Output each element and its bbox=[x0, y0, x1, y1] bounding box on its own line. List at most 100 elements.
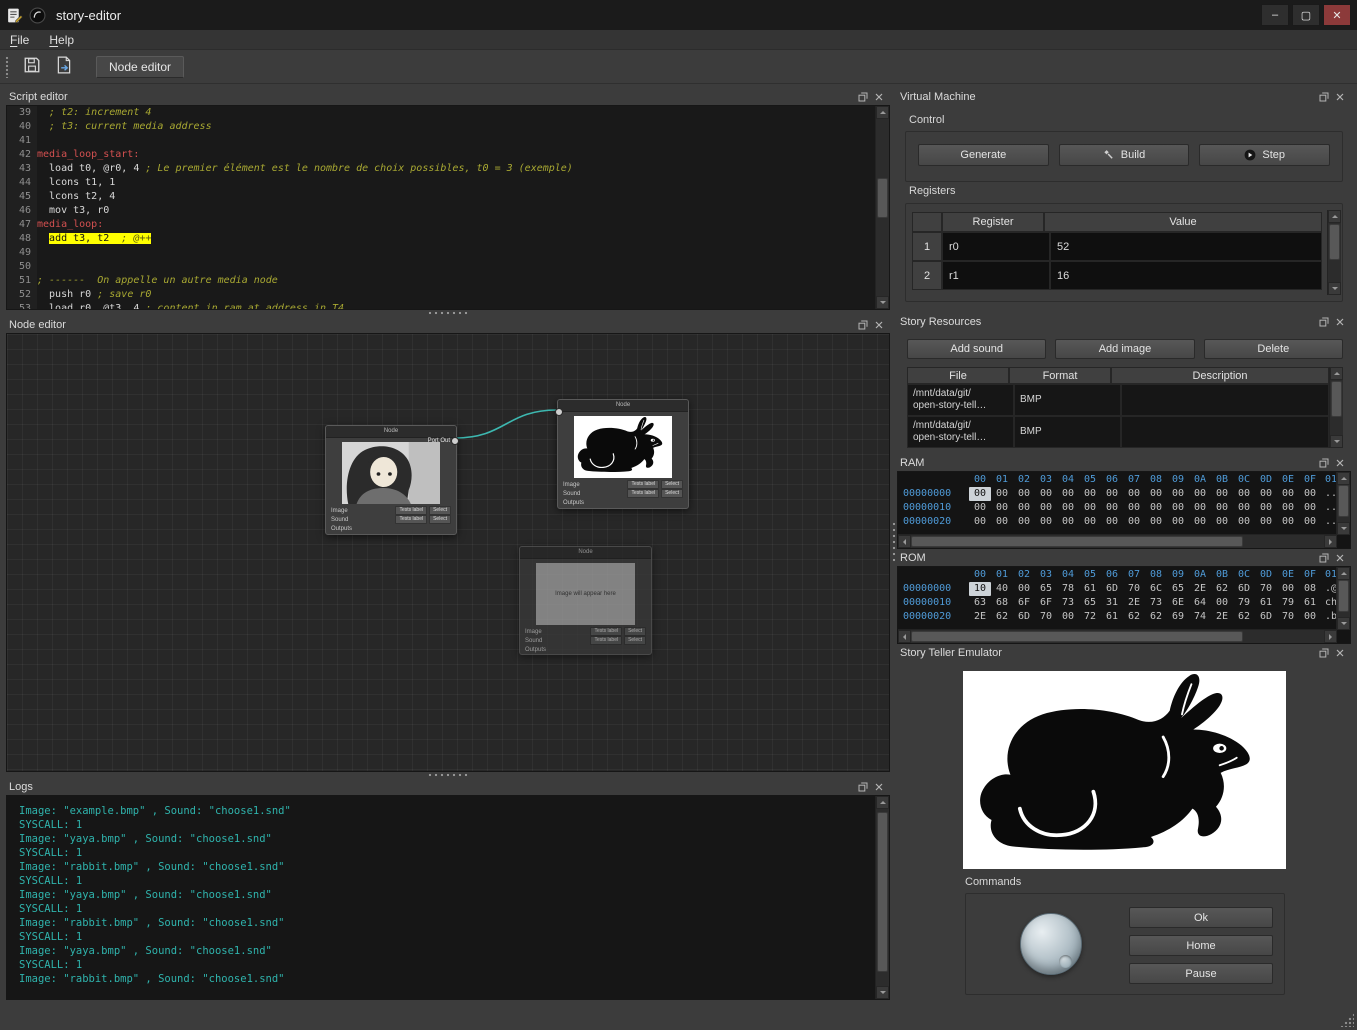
scroll-down-icon[interactable] bbox=[1328, 282, 1341, 295]
hex-byte[interactable]: 00 bbox=[1211, 515, 1233, 529]
hex-byte[interactable]: 64 bbox=[1189, 596, 1211, 610]
hex-byte[interactable]: 00 bbox=[1035, 501, 1057, 515]
close-button[interactable]: ✕ bbox=[1323, 4, 1351, 26]
file-cell[interactable]: /mnt/data/git/ open-story-tell… bbox=[907, 384, 1014, 416]
scroll-up-icon[interactable] bbox=[876, 796, 889, 809]
output-port-icon[interactable] bbox=[451, 437, 459, 445]
ram-content[interactable]: 000102030405060708090A0B0C0D0E0F01234567… bbox=[897, 471, 1351, 549]
hex-byte[interactable]: 00 bbox=[969, 487, 991, 501]
tests-label-button[interactable]: Tests label bbox=[590, 627, 622, 636]
hex-byte[interactable]: 10 bbox=[969, 582, 991, 596]
hex-byte[interactable]: 00 bbox=[1079, 487, 1101, 501]
hex-byte[interactable]: 00 bbox=[991, 501, 1013, 515]
hex-byte[interactable]: 00 bbox=[1277, 501, 1299, 515]
story-resources-titlebar[interactable]: Story Resources bbox=[897, 313, 1351, 330]
tests-label-button[interactable]: Tests label bbox=[590, 636, 622, 645]
hex-byte[interactable]: 73 bbox=[1057, 596, 1079, 610]
hex-byte[interactable]: 2E bbox=[1211, 610, 1233, 624]
select-button[interactable]: Select bbox=[429, 506, 451, 515]
hex-byte[interactable]: 00 bbox=[1211, 501, 1233, 515]
window-resize-grip[interactable] bbox=[1340, 1013, 1354, 1027]
node-editor-titlebar[interactable]: Node editor bbox=[6, 316, 890, 333]
emulator-titlebar[interactable]: Story Teller Emulator bbox=[897, 644, 1351, 661]
hex-byte[interactable]: 61 bbox=[1079, 582, 1101, 596]
hex-byte[interactable]: 00 bbox=[1211, 487, 1233, 501]
hex-byte[interactable]: 61 bbox=[1299, 596, 1321, 610]
scrollbar-thumb[interactable] bbox=[911, 536, 1243, 547]
export-script-button[interactable] bbox=[50, 53, 78, 81]
delete-button[interactable]: Delete bbox=[1204, 339, 1343, 359]
tests-label-button[interactable]: Tests label bbox=[395, 515, 427, 524]
scrollbar-thumb[interactable] bbox=[911, 631, 1243, 642]
hex-byte[interactable]: 00 bbox=[1189, 501, 1211, 515]
ram-titlebar[interactable]: RAM bbox=[897, 454, 1351, 471]
hex-byte[interactable]: 00 bbox=[1299, 501, 1321, 515]
step-button[interactable]: Step bbox=[1199, 144, 1330, 166]
hex-byte[interactable]: 00 bbox=[1013, 487, 1035, 501]
hex-byte[interactable]: 00 bbox=[1299, 487, 1321, 501]
hex-byte[interactable]: 65 bbox=[1035, 582, 1057, 596]
rom-titlebar[interactable]: ROM bbox=[897, 549, 1351, 566]
scrollbar-thumb[interactable] bbox=[1338, 580, 1349, 612]
scroll-down-icon[interactable] bbox=[876, 986, 889, 999]
hex-byte[interactable]: 00 bbox=[1057, 487, 1079, 501]
scroll-up-icon[interactable] bbox=[1328, 210, 1341, 223]
node-titlebar[interactable]: Node bbox=[326, 426, 456, 438]
hex-byte[interactable]: 00 bbox=[1255, 501, 1277, 515]
window-titlebar[interactable]: story-editor – ▢ ✕ bbox=[0, 0, 1357, 30]
script-scrollbar[interactable] bbox=[875, 106, 889, 309]
command-knob[interactable] bbox=[1020, 913, 1082, 975]
tests-label-button[interactable]: Tests label bbox=[627, 480, 659, 489]
scrollbar-thumb[interactable] bbox=[877, 178, 888, 218]
build-button[interactable]: Build bbox=[1059, 144, 1190, 166]
scroll-up-icon[interactable] bbox=[1337, 472, 1350, 485]
hex-byte[interactable]: 6D bbox=[1101, 582, 1123, 596]
scrollbar-thumb[interactable] bbox=[877, 812, 888, 972]
hex-byte[interactable]: 40 bbox=[991, 582, 1013, 596]
float-icon[interactable] bbox=[857, 319, 869, 331]
resource-row[interactable]: /mnt/data/git/ open-story-tell…BMP bbox=[907, 384, 1329, 416]
hex-byte[interactable]: 00 bbox=[1299, 515, 1321, 529]
hex-byte[interactable]: 74 bbox=[1189, 610, 1211, 624]
virtual-machine-titlebar[interactable]: Virtual Machine bbox=[897, 88, 1351, 105]
media-node-girl[interactable]: NodePort OutImageTests labelSelectSoundT… bbox=[325, 425, 457, 535]
hex-byte[interactable]: 65 bbox=[1167, 582, 1189, 596]
float-icon[interactable] bbox=[1318, 457, 1330, 469]
hex-byte[interactable]: 00 bbox=[1079, 501, 1101, 515]
hex-byte[interactable]: 00 bbox=[1145, 515, 1167, 529]
hex-byte[interactable]: 6F bbox=[1013, 596, 1035, 610]
hex-byte[interactable]: 00 bbox=[1079, 515, 1101, 529]
hex-byte[interactable]: 61 bbox=[1255, 596, 1277, 610]
scroll-right-icon[interactable] bbox=[1324, 630, 1337, 643]
float-icon[interactable] bbox=[1318, 552, 1330, 564]
scrollbar-thumb[interactable] bbox=[1331, 381, 1342, 417]
format-cell[interactable]: BMP bbox=[1014, 416, 1121, 448]
hex-byte[interactable]: 70 bbox=[1123, 582, 1145, 596]
scroll-down-icon[interactable] bbox=[1330, 435, 1343, 448]
hex-byte[interactable]: 00 bbox=[1255, 487, 1277, 501]
select-button[interactable]: Select bbox=[624, 627, 646, 636]
rom-hscrollbar[interactable] bbox=[898, 629, 1337, 643]
resource-row[interactable]: /mnt/data/git/ open-story-tell…BMP bbox=[907, 416, 1329, 448]
node-titlebar[interactable]: Node bbox=[520, 547, 651, 559]
close-icon[interactable] bbox=[873, 319, 885, 331]
hex-byte[interactable]: 70 bbox=[1277, 610, 1299, 624]
hex-byte[interactable]: 72 bbox=[1079, 610, 1101, 624]
hex-byte[interactable]: 00 bbox=[1123, 501, 1145, 515]
select-button[interactable]: Select bbox=[429, 515, 451, 524]
maximize-button[interactable]: ▢ bbox=[1292, 4, 1320, 26]
hex-byte[interactable]: 70 bbox=[1255, 582, 1277, 596]
file-cell[interactable]: /mnt/data/git/ open-story-tell… bbox=[907, 416, 1014, 448]
hex-byte[interactable]: 78 bbox=[1057, 582, 1079, 596]
hex-byte[interactable]: 62 bbox=[991, 610, 1013, 624]
hex-byte[interactable]: 00 bbox=[1277, 515, 1299, 529]
hex-byte[interactable]: 00 bbox=[969, 515, 991, 529]
save-button[interactable] bbox=[18, 53, 46, 81]
node-editor-toggle-button[interactable]: Node editor bbox=[96, 56, 184, 78]
scroll-right-icon[interactable] bbox=[1324, 535, 1337, 548]
hex-byte[interactable]: 6D bbox=[1013, 610, 1035, 624]
input-port-icon[interactable] bbox=[555, 408, 563, 416]
close-icon[interactable] bbox=[873, 781, 885, 793]
hex-byte[interactable]: 00 bbox=[1189, 515, 1211, 529]
node-canvas[interactable]: NodePort OutImageTests labelSelectSoundT… bbox=[7, 334, 889, 771]
